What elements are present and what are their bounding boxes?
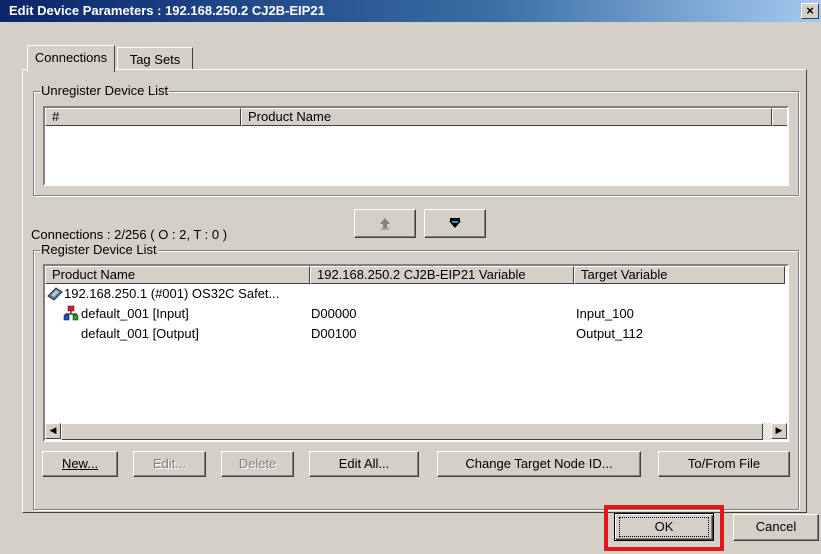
- delete-button[interactable]: Delete: [221, 451, 294, 477]
- edit-button-label: Edit...: [152, 456, 187, 471]
- connection-name: default_001 [Output]: [81, 326, 199, 341]
- tab-connections[interactable]: Connections: [27, 45, 115, 72]
- unregister-device-group-label: Unregister Device List: [40, 83, 170, 98]
- new-button-label: New...: [61, 456, 99, 471]
- to-from-file-button[interactable]: To/From File: [658, 451, 790, 477]
- register-move-down-button[interactable]: [424, 209, 486, 238]
- unregister-move-up-button[interactable]: [354, 209, 416, 238]
- register-device-group-label: Register Device List: [40, 242, 158, 257]
- connections-tab-panel: Unregister Device List # Product Name Co…: [22, 69, 807, 513]
- change-target-node-id-button[interactable]: Change Target Node ID...: [437, 451, 641, 477]
- change-target-node-id-label: Change Target Node ID...: [465, 456, 613, 471]
- new-button[interactable]: New...: [42, 451, 118, 477]
- table-row-connection-output[interactable]: default_001 [Output] D00100 Output_112: [45, 324, 787, 344]
- ok-highlight-box: [604, 505, 724, 551]
- scrollbar-thumb[interactable]: [61, 423, 763, 440]
- device-icon: [47, 287, 63, 304]
- edit-all-button[interactable]: Edit All...: [309, 451, 419, 477]
- scroll-right-button[interactable]: ▶: [771, 423, 787, 439]
- connections-count-label: Connections : 2/256 ( O : 2, T : 0 ): [31, 227, 228, 242]
- arrow-down-icon: [449, 218, 461, 228]
- register-list-header: Product Name 192.168.250.2 CJ2B-EIP21 Va…: [45, 266, 787, 284]
- horizontal-scrollbar[interactable]: ◀ ▶: [45, 423, 787, 440]
- delete-button-label: Delete: [238, 456, 277, 471]
- edit-device-parameters-dialog: Edit Device Parameters : 192.168.250.2 C…: [0, 0, 821, 554]
- column-header-source-variable[interactable]: 192.168.250.2 CJ2B-EIP21 Variable: [310, 266, 574, 284]
- connection-target-variable: Input_100: [576, 306, 634, 321]
- window-title: Edit Device Parameters : 192.168.250.2 C…: [9, 3, 325, 18]
- close-button[interactable]: ×: [801, 3, 819, 19]
- unregister-device-group: Unregister Device List # Product Name: [33, 84, 799, 196]
- cancel-button[interactable]: Cancel: [733, 514, 819, 541]
- title-bar[interactable]: Edit Device Parameters : 192.168.250.2 C…: [0, 0, 821, 22]
- edit-all-button-label: Edit All...: [338, 456, 390, 471]
- cancel-button-label: Cancel: [755, 519, 797, 534]
- column-header-filler: [772, 108, 787, 126]
- connection-icon: [63, 305, 79, 324]
- column-header-target-variable[interactable]: Target Variable: [574, 266, 785, 284]
- register-device-list[interactable]: Product Name 192.168.250.2 CJ2B-EIP21 Va…: [43, 264, 789, 442]
- connection-source-variable: D00100: [311, 326, 357, 341]
- unregister-device-list[interactable]: # Product Name: [43, 106, 789, 186]
- column-header-product-name[interactable]: Product Name: [241, 108, 772, 126]
- tab-tag-sets[interactable]: Tag Sets: [117, 47, 193, 71]
- edit-button[interactable]: Edit...: [133, 451, 206, 477]
- connection-name: default_001 [Input]: [81, 306, 189, 321]
- connection-target-variable: Output_112: [576, 326, 643, 341]
- column-header-number[interactable]: #: [45, 108, 241, 126]
- table-row-device[interactable]: 192.168.250.1 (#001) OS32C Safet...: [45, 284, 787, 304]
- to-from-file-label: To/From File: [687, 456, 761, 471]
- register-device-group: Register Device List Product Name 192.16…: [33, 243, 799, 510]
- column-header-product-name[interactable]: Product Name: [45, 266, 310, 284]
- table-row-connection-input[interactable]: default_001 [Input] D00000 Input_100: [45, 304, 787, 324]
- connection-source-variable: D00000: [311, 306, 357, 321]
- scroll-left-button[interactable]: ◀: [45, 423, 61, 439]
- arrow-up-icon: [380, 218, 390, 230]
- device-product-name: 192.168.250.1 (#001) OS32C Safet...: [64, 286, 280, 301]
- unregister-list-header: # Product Name: [45, 108, 787, 126]
